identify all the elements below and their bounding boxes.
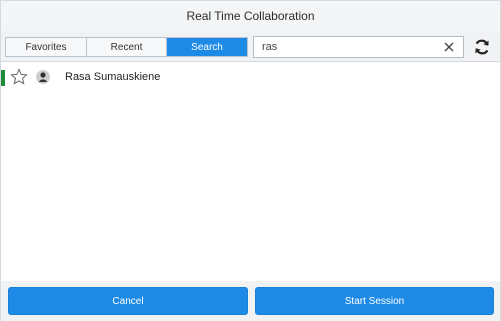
tab-group: Favorites Recent Search xyxy=(5,37,248,57)
list-item[interactable]: Rasa Sumauskiene xyxy=(1,68,500,88)
title-bar: Real Time Collaboration xyxy=(1,1,500,31)
tab-favorites[interactable]: Favorites xyxy=(6,38,87,56)
contact-name: Rasa Sumauskiene xyxy=(65,71,161,83)
refresh-icon[interactable] xyxy=(473,38,491,56)
presence-indicator xyxy=(1,70,5,86)
close-icon[interactable] xyxy=(443,41,455,53)
window-title: Real Time Collaboration xyxy=(186,9,315,23)
search-input[interactable] xyxy=(262,41,432,53)
search-field xyxy=(253,36,464,58)
start-session-button[interactable]: Start Session xyxy=(255,287,494,315)
footer: Cancel Start Session xyxy=(1,281,500,321)
tab-recent[interactable]: Recent xyxy=(87,38,167,56)
tab-search[interactable]: Search xyxy=(167,38,247,56)
star-icon[interactable] xyxy=(10,68,28,86)
cancel-button[interactable]: Cancel xyxy=(8,287,248,315)
toolbar: Favorites Recent Search xyxy=(1,31,500,62)
user-avatar-icon xyxy=(36,70,50,84)
results-list: Rasa Sumauskiene xyxy=(1,63,500,273)
rtc-dialog: Real Time Collaboration Favorites Recent… xyxy=(0,0,501,321)
